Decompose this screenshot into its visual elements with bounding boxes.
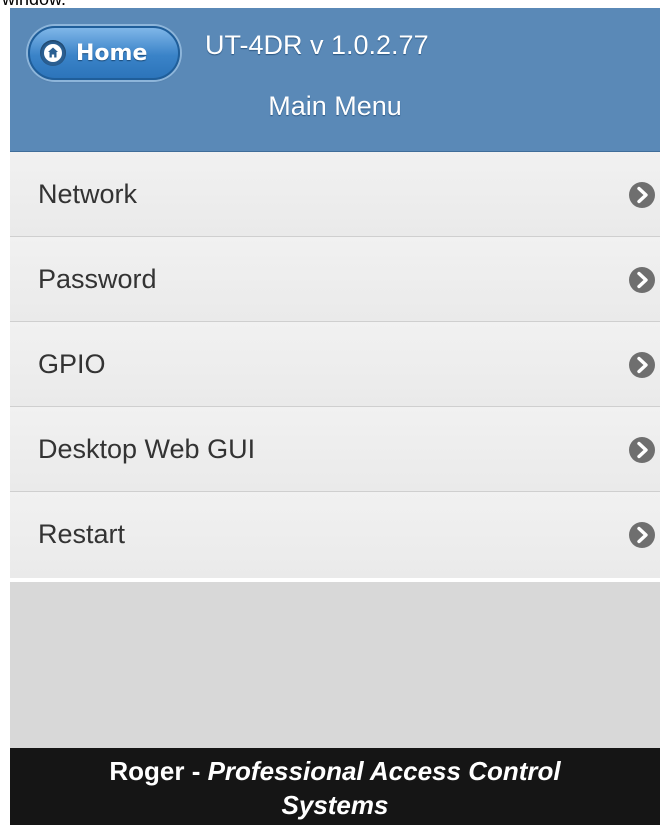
footer-tagline-part2: Systems	[281, 790, 389, 820]
window-title-strip: window.	[0, 0, 660, 8]
menu-item-desktop-web-gui[interactable]: Desktop Web GUI	[10, 407, 660, 492]
chevron-right-circle-icon	[629, 267, 655, 293]
menu-item-label: Password	[38, 264, 157, 294]
menu-item-restart[interactable]: Restart	[10, 492, 660, 578]
menu-item-password[interactable]: Password	[10, 237, 660, 322]
chevron-right-circle-icon	[629, 522, 655, 548]
home-icon	[40, 40, 66, 66]
home-button[interactable]: Home	[28, 26, 180, 80]
footer: Roger - Professional Access Control Syst…	[10, 748, 660, 825]
content-empty-area	[10, 582, 660, 748]
menu-item-label: Network	[38, 179, 138, 209]
menu-item-label: Restart	[38, 519, 126, 549]
page-title: Main Menu	[268, 91, 402, 121]
menu-item-gpio[interactable]: GPIO	[10, 322, 660, 407]
window-title: window.	[2, 0, 66, 8]
menu-item-label: GPIO	[38, 349, 106, 379]
menu-item-label: Desktop Web GUI	[38, 434, 256, 464]
app-title: UT-4DR v 1.0.2.77	[205, 30, 429, 60]
footer-separator: -	[184, 756, 208, 786]
footer-line-1: Roger - Professional Access Control	[10, 754, 660, 788]
menu-item-network[interactable]: Network	[10, 152, 660, 237]
main-menu-list: Network Password GPIO Desktop Web GUI Re…	[10, 152, 660, 578]
chevron-right-circle-icon	[629, 437, 655, 463]
footer-tagline-part1: Professional Access Control	[207, 756, 561, 786]
home-button-label: Home	[76, 40, 148, 66]
header-bar: Home UT-4DR v 1.0.2.77 Main Menu	[10, 8, 660, 152]
chevron-right-circle-icon	[629, 352, 655, 378]
footer-brand: Roger	[109, 756, 185, 786]
chevron-right-circle-icon	[629, 182, 655, 208]
